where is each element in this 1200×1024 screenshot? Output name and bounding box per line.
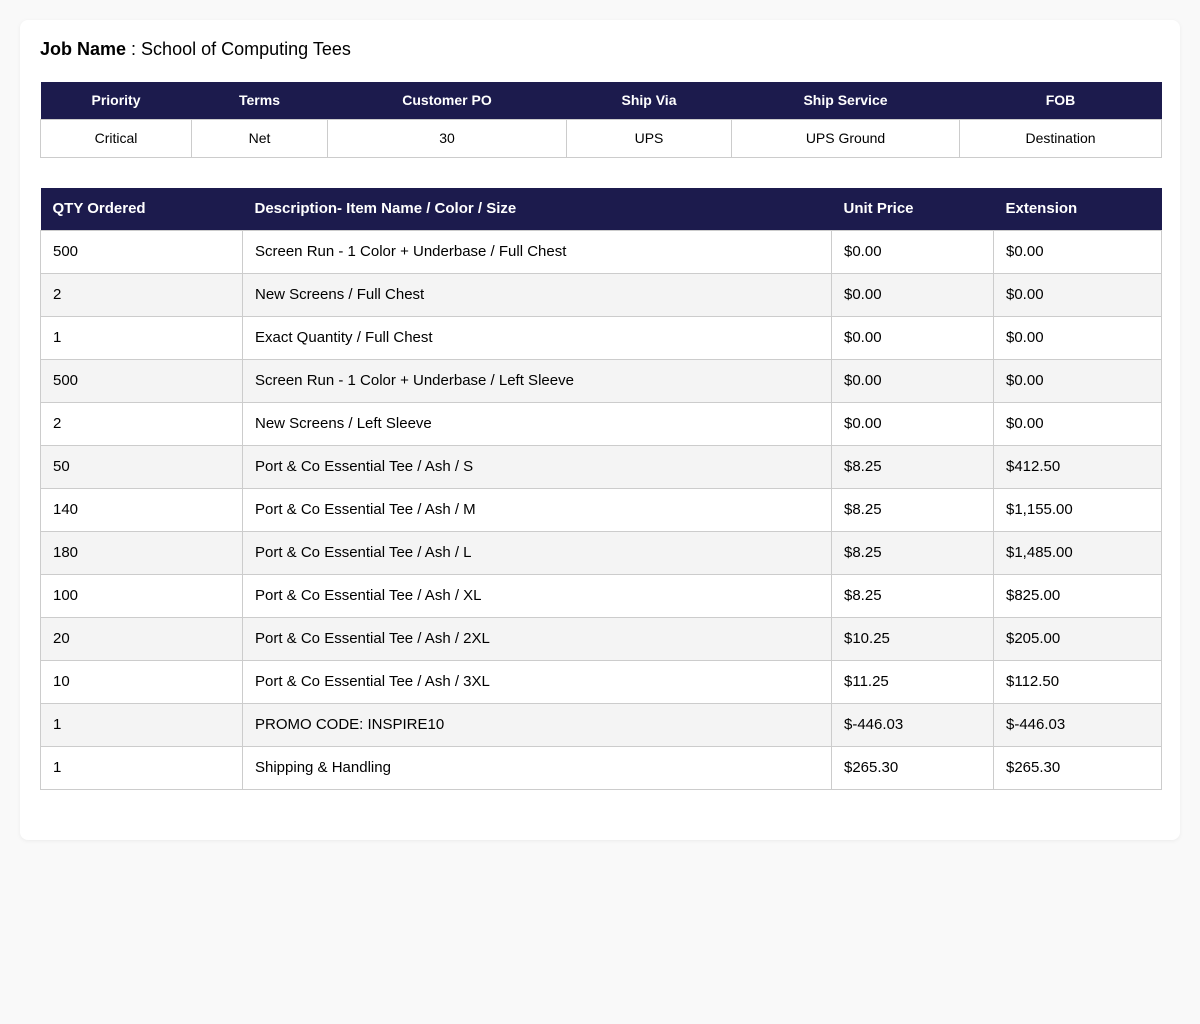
description-cell: Port & Co Essential Tee / Ash / 3XL <box>242 659 832 704</box>
qty-cell: 1 <box>40 315 243 360</box>
table-row: 50 Port & Co Essential Tee / Ash / S $8.… <box>40 444 1162 489</box>
col-header-ship-via: Ship Via <box>566 82 732 119</box>
description-cell: Port & Co Essential Tee / Ash / M <box>242 487 832 532</box>
col-header-extension: Extension <box>993 188 1162 230</box>
customer-po-value: 30 <box>327 118 567 158</box>
qty-cell: 180 <box>40 530 243 575</box>
extension-cell: $825.00 <box>993 573 1162 618</box>
terms-value: Net <box>191 118 328 158</box>
col-header-customer-po: Customer PO <box>327 82 567 119</box>
job-name-separator: : <box>126 39 142 59</box>
table-row: 500 Screen Run - 1 Color + Underbase / L… <box>40 358 1162 403</box>
line-items-table: QTY Ordered Description- Item Name / Col… <box>40 188 1162 790</box>
col-header-unit-price: Unit Price <box>831 188 994 230</box>
col-header-ship-service: Ship Service <box>731 82 960 119</box>
unit-price-cell: $11.25 <box>831 659 994 704</box>
extension-cell: $0.00 <box>993 229 1162 274</box>
qty-cell: 500 <box>40 358 243 403</box>
unit-price-cell: $8.25 <box>831 573 994 618</box>
job-name-label: Job Name <box>40 39 127 59</box>
qty-cell: 50 <box>40 444 243 489</box>
order-info-table: Priority Terms Customer PO Ship Via Ship… <box>40 82 1162 158</box>
extension-cell: $0.00 <box>993 272 1162 317</box>
description-cell: Screen Run - 1 Color + Underbase / Left … <box>242 358 832 403</box>
qty-cell: 100 <box>40 573 243 618</box>
extension-cell: $0.00 <box>993 401 1162 446</box>
col-header-fob: FOB <box>959 82 1162 119</box>
extension-cell: $112.50 <box>993 659 1162 704</box>
unit-price-cell: $8.25 <box>831 444 994 489</box>
table-row: 10 Port & Co Essential Tee / Ash / 3XL $… <box>40 659 1162 704</box>
description-cell: Port & Co Essential Tee / Ash / 2XL <box>242 616 832 661</box>
unit-price-cell: $-446.03 <box>831 702 994 747</box>
job-name-line: Job Name : School of Computing Tees <box>40 38 351 60</box>
line-items-header-row: QTY Ordered Description- Item Name / Col… <box>40 188 1162 230</box>
table-row: 180 Port & Co Essential Tee / Ash / L $8… <box>40 530 1162 575</box>
unit-price-cell: $8.25 <box>831 530 994 575</box>
description-cell: Port & Co Essential Tee / Ash / L <box>242 530 832 575</box>
qty-cell: 140 <box>40 487 243 532</box>
job-name-value: School of Computing Tees <box>141 39 351 59</box>
table-row: 1 Exact Quantity / Full Chest $0.00 $0.0… <box>40 315 1162 360</box>
unit-price-cell: $0.00 <box>831 315 994 360</box>
description-cell: New Screens / Left Sleeve <box>242 401 832 446</box>
extension-cell: $265.30 <box>993 745 1162 790</box>
qty-cell: 10 <box>40 659 243 704</box>
extension-cell: $-446.03 <box>993 702 1162 747</box>
priority-value: Critical <box>40 118 192 158</box>
unit-price-cell: $0.00 <box>831 272 994 317</box>
unit-price-cell: $0.00 <box>831 358 994 403</box>
qty-cell: 20 <box>40 616 243 661</box>
order-info-row: Critical Net 30 UPS UPS Ground Destinati… <box>40 118 1162 158</box>
ship-via-value: UPS <box>566 118 732 158</box>
table-row: 20 Port & Co Essential Tee / Ash / 2XL $… <box>40 616 1162 661</box>
table-row: 2 New Screens / Full Chest $0.00 $0.00 <box>40 272 1162 317</box>
order-info-header-row: Priority Terms Customer PO Ship Via Ship… <box>40 82 1162 119</box>
extension-cell: $412.50 <box>993 444 1162 489</box>
table-row: 1 PROMO CODE: INSPIRE10 $-446.03 $-446.0… <box>40 702 1162 747</box>
description-cell: Port & Co Essential Tee / Ash / S <box>242 444 832 489</box>
table-row: 140 Port & Co Essential Tee / Ash / M $8… <box>40 487 1162 532</box>
order-card: Job Name : School of Computing Tees Prio… <box>20 20 1180 840</box>
unit-price-cell: $0.00 <box>831 229 994 274</box>
description-cell: Exact Quantity / Full Chest <box>242 315 832 360</box>
unit-price-cell: $0.00 <box>831 401 994 446</box>
unit-price-cell: $265.30 <box>831 745 994 790</box>
col-header-priority: Priority <box>40 82 192 119</box>
description-cell: PROMO CODE: INSPIRE10 <box>242 702 832 747</box>
extension-cell: $1,155.00 <box>993 487 1162 532</box>
qty-cell: 2 <box>40 401 243 446</box>
table-row: 2 New Screens / Left Sleeve $0.00 $0.00 <box>40 401 1162 446</box>
unit-price-cell: $10.25 <box>831 616 994 661</box>
table-row: 1 Shipping & Handling $265.30 $265.30 <box>40 745 1162 790</box>
ship-service-value: UPS Ground <box>731 118 960 158</box>
col-header-description: Description- Item Name / Color / Size <box>242 188 832 230</box>
qty-cell: 1 <box>40 745 243 790</box>
fob-value: Destination <box>959 118 1162 158</box>
description-cell: New Screens / Full Chest <box>242 272 832 317</box>
extension-cell: $0.00 <box>993 315 1162 360</box>
unit-price-cell: $8.25 <box>831 487 994 532</box>
extension-cell: $1,485.00 <box>993 530 1162 575</box>
col-header-terms: Terms <box>191 82 328 119</box>
table-row: 500 Screen Run - 1 Color + Underbase / F… <box>40 229 1162 274</box>
qty-cell: 500 <box>40 229 243 274</box>
description-cell: Shipping & Handling <box>242 745 832 790</box>
extension-cell: $205.00 <box>993 616 1162 661</box>
description-cell: Port & Co Essential Tee / Ash / XL <box>242 573 832 618</box>
qty-cell: 2 <box>40 272 243 317</box>
table-row: 100 Port & Co Essential Tee / Ash / XL $… <box>40 573 1162 618</box>
description-cell: Screen Run - 1 Color + Underbase / Full … <box>242 229 832 274</box>
qty-cell: 1 <box>40 702 243 747</box>
col-header-qty-ordered: QTY Ordered <box>40 188 243 230</box>
extension-cell: $0.00 <box>993 358 1162 403</box>
